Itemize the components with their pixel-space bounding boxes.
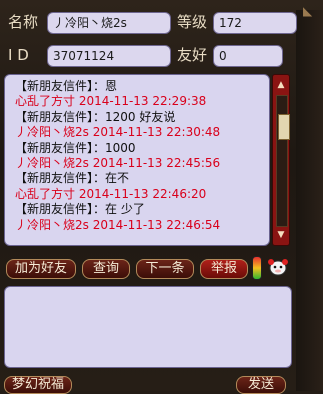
name-label: 名称 [8, 13, 39, 31]
message-scrollbar[interactable]: ▲ ▼ [272, 74, 290, 246]
message-list: 【新朋友信件】：恩 心乱了方寸 2014-11-13 22:29:38 【新朋友信件… [15, 79, 265, 233]
lookup-button[interactable]: 查询 [82, 259, 130, 279]
message-text: 【新朋友信件】：在不 [15, 171, 130, 186]
level-field: 172 [213, 12, 297, 34]
blessing-button[interactable]: 梦幻祝福 [4, 376, 72, 394]
scroll-up-icon[interactable]: ▲ [273, 77, 289, 93]
corner-ornament-icon: ◣ [303, 4, 313, 18]
id-field: 37071124 [47, 45, 171, 67]
status-light-icon [252, 256, 262, 280]
message-meta: 丿冷阳丶烧2s 2014-11-13 22:30:48 [15, 125, 221, 140]
report-button[interactable]: 举报 [200, 259, 248, 279]
right-border-decoration [296, 10, 323, 391]
message-meta: 丿冷阳丶烧2s 2014-11-13 22:45:56 [15, 156, 221, 171]
message-history-panel[interactable]: 【新朋友信件】：恩 心乱了方寸 2014-11-13 22:29:38 【新朋友信件… [4, 74, 270, 246]
message-meta: 丿冷阳丶烧2s 2014-11-13 22:46:54 [15, 217, 221, 232]
scroll-thumb[interactable] [278, 114, 290, 140]
emoticon-icon[interactable] [266, 256, 290, 278]
message-text: 【新朋友信件】：1200 好友说 [15, 109, 176, 124]
message-text: 【新朋友信件】：1000 [15, 140, 136, 155]
next-message-button[interactable]: 下一条 [136, 259, 194, 279]
message-text: 【新朋友信件】：在 少了 [15, 202, 145, 217]
message-input[interactable] [4, 286, 292, 368]
id-label: I D [8, 46, 29, 64]
friendship-label: 友好 [177, 46, 208, 64]
send-button[interactable]: 发送 [236, 376, 286, 394]
message-meta: 心乱了方寸 2014-11-13 22:29:38 [15, 94, 207, 109]
scroll-down-icon[interactable]: ▼ [273, 227, 289, 243]
message-text: 【新朋友信件】：恩 [15, 79, 118, 93]
level-label: 等级 [177, 13, 208, 31]
add-friend-button[interactable]: 加为好友 [6, 259, 76, 279]
scroll-track[interactable] [276, 95, 290, 227]
friendship-field: 0 [213, 45, 283, 67]
name-field: 丿冷阳丶烧2s [47, 12, 171, 34]
message-meta: 心乱了方寸 2014-11-13 22:46:20 [15, 186, 207, 201]
